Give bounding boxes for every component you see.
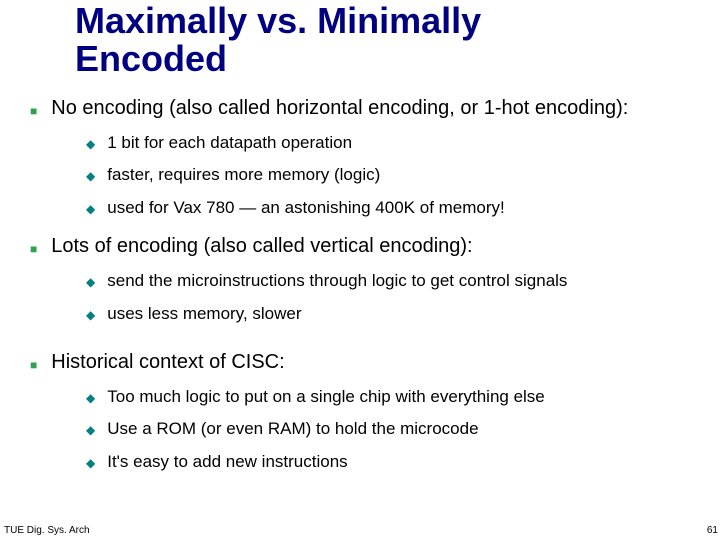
list-item: ◆ send the microinstructions through log…: [86, 271, 700, 291]
list-item-text: Use a ROM (or even RAM) to hold the micr…: [107, 419, 700, 439]
title-line2: Encoded: [75, 38, 227, 79]
diamond-bullet-icon: ◆: [86, 456, 95, 470]
diamond-bullet-icon: ◆: [86, 137, 95, 151]
list-item: ■ No encoding (also called horizontal en…: [30, 96, 700, 121]
list-item: ◆ Use a ROM (or even RAM) to hold the mi…: [86, 419, 700, 439]
diamond-bullet-icon: ◆: [86, 391, 95, 405]
diamond-bullet-icon: ◆: [86, 423, 95, 437]
list-item: ◆ It's easy to add new instructions: [86, 452, 700, 472]
slide-number: 61: [707, 525, 718, 536]
square-bullet-icon: ■: [30, 358, 37, 373]
diamond-bullet-icon: ◆: [86, 202, 95, 216]
list-item: ■ Lots of encoding (also called vertical…: [30, 234, 700, 259]
list-item-text: Historical context of CISC:: [51, 350, 700, 375]
sub-list: ◆ Too much logic to put on a single chip…: [86, 387, 700, 472]
diamond-bullet-icon: ◆: [86, 275, 95, 289]
list-item: ◆ Too much logic to put on a single chip…: [86, 387, 700, 407]
slide-title: Maximally vs. Minimally Encoded: [75, 2, 481, 78]
list-item-text: It's easy to add new instructions: [107, 452, 700, 472]
title-line1: Maximally vs. Minimally: [75, 0, 481, 41]
list-item-text: No encoding (also called horizontal enco…: [51, 96, 700, 121]
list-item-text: used for Vax 780 — an astonishing 400K o…: [107, 198, 700, 218]
sub-list: ◆ send the microinstructions through log…: [86, 271, 700, 324]
list-item: ◆ used for Vax 780 — an astonishing 400K…: [86, 198, 700, 218]
list-item-text: Lots of encoding (also called vertical e…: [51, 234, 700, 259]
list-item: ◆ uses less memory, slower: [86, 304, 700, 324]
list-item: ◆ 1 bit for each datapath operation: [86, 133, 700, 153]
list-item-text: uses less memory, slower: [107, 304, 700, 324]
list-item-text: Too much logic to put on a single chip w…: [107, 387, 700, 407]
square-bullet-icon: ■: [30, 242, 37, 257]
list-item: ◆ faster, requires more memory (logic): [86, 165, 700, 185]
list-item-text: faster, requires more memory (logic): [107, 165, 700, 185]
diamond-bullet-icon: ◆: [86, 169, 95, 183]
list-item-text: 1 bit for each datapath operation: [107, 133, 700, 153]
slide-content: ■ No encoding (also called horizontal en…: [30, 96, 700, 488]
sub-list: ◆ 1 bit for each datapath operation ◆ fa…: [86, 133, 700, 218]
footer-source: TUE Dig. Sys. Arch: [4, 525, 90, 536]
list-item: ■ Historical context of CISC:: [30, 350, 700, 375]
square-bullet-icon: ■: [30, 104, 37, 119]
list-item-text: send the microinstructions through logic…: [107, 271, 700, 291]
diamond-bullet-icon: ◆: [86, 308, 95, 322]
